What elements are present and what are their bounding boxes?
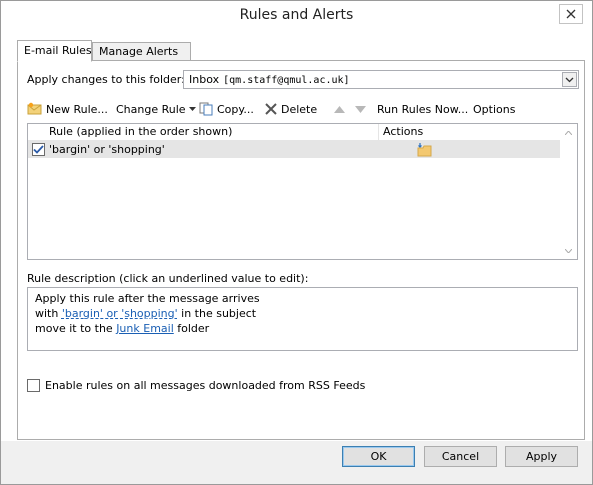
new-rule-icon (27, 102, 42, 115)
delete-icon (265, 103, 277, 115)
rules-toolbar: New Rule... Change Rule Copy... Delete R… (27, 99, 577, 119)
copy-icon (199, 102, 213, 116)
scroll-down-button[interactable] (560, 242, 577, 259)
folder-select[interactable]: Inbox [qm.staff@qmul.ac.uk] (183, 70, 579, 89)
description-line-3: move it to the Junk Email folder (35, 321, 570, 336)
chevron-down-icon (565, 248, 572, 253)
chevron-down-icon (565, 77, 574, 82)
vertical-scrollbar[interactable] (560, 124, 577, 259)
rules-list-header: Rule (applied in the order shown) Action… (28, 124, 561, 141)
rule-description-box: Apply this rule after the message arrive… (27, 287, 578, 351)
arrow-down-icon (355, 105, 366, 113)
move-up-button[interactable] (334, 99, 348, 119)
folder-account: [qm.staff@qmul.ac.uk] (223, 75, 350, 86)
folder-select-value: Inbox [qm.staff@qmul.ac.uk] (189, 73, 350, 86)
cancel-button[interactable]: Cancel (424, 446, 497, 467)
change-rule-label: Change Rule (116, 102, 186, 116)
rss-label: Enable rules on all messages downloaded … (45, 379, 366, 392)
move-to-folder-icon (417, 143, 432, 157)
description-line-3-suffix: folder (177, 322, 210, 335)
delete-label: Delete (281, 102, 318, 116)
dialog-footer: OK Cancel Apply (1, 441, 592, 484)
description-line-2: with 'bargin' or 'shopping' in the subje… (35, 306, 570, 321)
rules-and-alerts-dialog: Rules and Alerts E-mail Rules Manage Ale… (0, 0, 593, 485)
rule-enabled-checkbox[interactable] (32, 143, 45, 156)
options-button[interactable]: Options (473, 99, 515, 119)
column-header-actions[interactable]: Actions (379, 124, 561, 141)
chevron-up-icon (565, 130, 572, 135)
scroll-up-button[interactable] (560, 124, 577, 141)
rss-checkbox[interactable] (27, 379, 40, 392)
new-rule-button[interactable]: New Rule... (27, 99, 108, 119)
email-rules-panel: Apply changes to this folder: Inbox [qm.s… (17, 60, 585, 440)
options-label: Options (473, 102, 516, 116)
ok-button[interactable]: OK (342, 446, 415, 467)
rule-action (417, 142, 433, 160)
rules-list[interactable]: Rule (applied in the order shown) Action… (27, 123, 578, 260)
rule-name: 'bargin' or 'shopping' (49, 143, 165, 156)
close-icon (566, 9, 576, 19)
folder-label: Apply changes to this folder: (27, 73, 185, 86)
title-bar: Rules and Alerts (1, 1, 592, 31)
description-line-3-prefix: move it to the (35, 322, 113, 335)
new-rule-label: New Rule... (46, 102, 108, 116)
close-button[interactable] (559, 4, 583, 24)
checkmark-icon (33, 145, 44, 154)
tab-email-rules[interactable]: E-mail Rules (17, 40, 92, 62)
column-header-rule[interactable]: Rule (applied in the order shown) (28, 124, 379, 141)
description-line-2-prefix: with (35, 307, 59, 320)
apply-button[interactable]: Apply (505, 446, 578, 467)
tab-manage-alerts[interactable]: Manage Alerts (92, 42, 191, 61)
rule-description-label: Rule description (click an underlined va… (27, 272, 309, 285)
rss-option[interactable]: Enable rules on all messages downloaded … (27, 379, 365, 392)
caret-down-icon (188, 107, 196, 111)
copy-label: Copy... (217, 102, 254, 116)
move-down-button[interactable] (355, 99, 369, 119)
condition-words-link[interactable]: 'bargin' or 'shopping' (62, 307, 178, 320)
rule-row[interactable]: 'bargin' or 'shopping' (28, 141, 561, 158)
description-line-1: Apply this rule after the message arrive… (35, 292, 260, 305)
arrow-up-icon (334, 105, 345, 113)
change-rule-button[interactable]: Change Rule (116, 99, 199, 119)
folder-name: Inbox (189, 73, 220, 86)
window-title: Rules and Alerts (239, 7, 354, 23)
delete-button[interactable]: Delete (264, 99, 317, 119)
run-rules-now-button[interactable]: Run Rules Now... (377, 99, 468, 119)
target-folder-link[interactable]: Junk Email (116, 322, 174, 335)
run-rules-label: Run Rules Now... (377, 102, 469, 116)
copy-button[interactable]: Copy... (199, 99, 254, 119)
description-line-2-suffix: in the subject (181, 307, 257, 320)
dropdown-button[interactable] (562, 72, 577, 87)
